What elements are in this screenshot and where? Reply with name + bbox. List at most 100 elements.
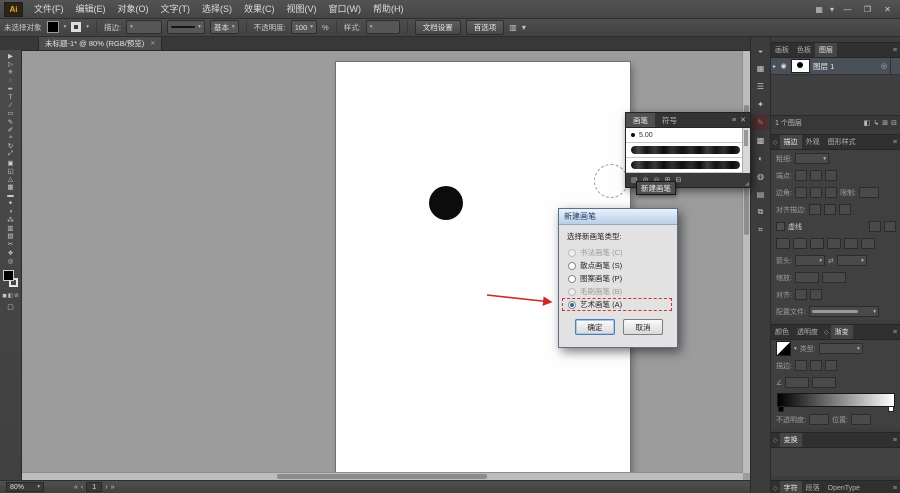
tab-artboards[interactable]: 画板 — [771, 43, 793, 57]
artboard-number-field[interactable]: 1 — [86, 482, 103, 492]
variable-width-profile-dropdown[interactable]: ▾ — [167, 20, 205, 34]
dialog-title-bar[interactable]: 新建画笔 — [559, 209, 677, 225]
tab-opentype[interactable]: OpenType — [824, 481, 864, 493]
brush-type-option[interactable]: 图案画笔 (P) — [559, 272, 677, 285]
delete-layer-icon[interactable]: ⊟ — [891, 119, 897, 127]
rotate-tool[interactable]: ↻ — [1, 142, 21, 150]
gradient-tool[interactable]: ▬ — [1, 191, 21, 199]
swap-arrowheads-icon[interactable]: ⇄ — [828, 257, 834, 265]
more-options-icon[interactable]: ▾ — [522, 23, 526, 32]
perspective-grid-tool[interactable]: △ — [1, 175, 21, 183]
panel-menu-icon[interactable]: ≡ — [893, 139, 900, 146]
close-button[interactable]: ✕ — [881, 5, 894, 14]
menu-item[interactable]: 编辑(E) — [70, 1, 112, 18]
tab-symbols[interactable]: 符号 — [655, 113, 684, 127]
end-arrowhead-dropdown[interactable]: ▾ — [836, 255, 867, 266]
dash-field[interactable] — [776, 238, 790, 249]
collapse-panel-icon[interactable]: ◇ — [822, 329, 831, 336]
dash-field[interactable] — [844, 238, 858, 249]
zoom-level-dropdown[interactable]: 80% ▾ — [6, 482, 44, 492]
align-arrow-tip-button[interactable] — [794, 289, 807, 300]
paintbrush-tool[interactable]: ✎ — [1, 118, 21, 126]
tab-transparency[interactable]: 透明度 — [793, 325, 822, 339]
hand-tool[interactable]: ❖ — [1, 249, 21, 257]
tab-paragraph[interactable]: 段落 — [802, 481, 824, 493]
menu-item[interactable]: 效果(C) — [238, 1, 281, 18]
gradient-type-dropdown[interactable]: ▾ — [818, 343, 863, 354]
align-arrow-end-button[interactable] — [809, 289, 822, 300]
document-tab[interactable]: 未标题-1* @ 80% (RGB/预览) ✕ — [38, 36, 163, 50]
color-mode-icon[interactable]: ◼ — [2, 293, 7, 299]
brush-type-option[interactable]: 散点画笔 (S) — [559, 259, 677, 272]
gradient-panel-icon[interactable]: ▩ — [753, 132, 769, 148]
layer-row[interactable]: ▸ ◉ 图层 1 ◎ — [771, 58, 900, 75]
brush-type-option[interactable]: 艺术画笔 (A) — [559, 298, 677, 311]
brush-type-option[interactable]: 书法画笔 (C) — [559, 246, 677, 259]
align-center-button[interactable] — [808, 204, 821, 215]
gap-field[interactable] — [793, 238, 807, 249]
menu-item[interactable]: 帮助(H) — [367, 1, 410, 18]
tab-layers[interactable]: 图层 — [815, 43, 837, 57]
resize-grip-icon[interactable]: ◢ — [745, 181, 749, 187]
tab-brushes[interactable]: 画笔 — [626, 113, 655, 127]
rectangle-tool[interactable]: ▭ — [1, 109, 21, 117]
align-panel-icon[interactable]: ▥ — [509, 23, 517, 32]
layer-thumbnail[interactable] — [791, 59, 811, 73]
transparency-panel-icon[interactable]: ◐ — [753, 150, 769, 166]
horizontal-scrollbar[interactable] — [22, 472, 743, 480]
black-circle-shape[interactable] — [429, 186, 463, 220]
scrollbar-thumb[interactable] — [744, 130, 748, 146]
dash-field[interactable] — [810, 238, 824, 249]
cancel-button[interactable]: 取消 — [623, 319, 663, 335]
delete-brush-icon[interactable]: ⊟ — [675, 176, 681, 184]
fill-stroke-swatches[interactable] — [1, 269, 21, 290]
previous-artboard-button[interactable]: ‹ — [81, 484, 83, 491]
workspace-menu-icon[interactable]: ▾ — [830, 5, 834, 14]
navigator-panel-icon[interactable]: ⌗ — [753, 222, 769, 238]
zoom-tool[interactable]: ◎ — [1, 257, 21, 265]
slice-tool[interactable]: ✂ — [1, 240, 21, 248]
end-scale-field[interactable] — [821, 272, 846, 283]
stroke-weight-field[interactable]: ▾ — [794, 153, 829, 164]
gradient-swatch[interactable] — [776, 341, 791, 356]
round-join-button[interactable] — [809, 187, 822, 198]
tab-gradient[interactable]: 渐变 — [830, 325, 853, 339]
swatches-panel-icon[interactable]: ▦ — [753, 60, 769, 76]
tab-color[interactable]: 颜色 — [771, 325, 793, 339]
bevel-join-button[interactable] — [824, 187, 837, 198]
layer-target-icon[interactable]: ◎ — [881, 62, 887, 70]
tab-swatches[interactable]: 色板 — [793, 43, 815, 57]
preferences-button[interactable]: 首选项 — [465, 19, 505, 35]
screen-mode-icon[interactable]: ▢ — [7, 303, 14, 311]
artboard-tool[interactable]: ▤ — [1, 232, 21, 240]
radio-button[interactable] — [568, 274, 576, 283]
tab-appearance[interactable]: 外观 — [802, 135, 824, 149]
document-setup-button[interactable]: 文档设置 — [414, 19, 461, 35]
magic-wand-tool[interactable]: ✳ — [1, 68, 21, 76]
ok-button[interactable]: 确定 — [575, 319, 615, 335]
fill-swatch[interactable] — [2, 269, 14, 281]
minimize-button[interactable]: — — [841, 5, 854, 14]
appearance-panel-icon[interactable]: ◍ — [753, 168, 769, 184]
stroke-color-swatch[interactable] — [71, 22, 82, 32]
tab-stroke[interactable]: 描边 — [779, 135, 802, 149]
menu-item[interactable]: 文件(F) — [28, 1, 70, 18]
round-cap-button[interactable] — [809, 170, 822, 181]
make-clipping-mask-icon[interactable]: ◧ — [864, 119, 871, 127]
next-artboard-button[interactable]: › — [105, 484, 107, 491]
scrollbar-thumb[interactable] — [277, 474, 487, 479]
expand-layer-icon[interactable]: ▸ — [773, 63, 776, 70]
gradient-stop-white[interactable] — [888, 406, 894, 412]
miter-limit-field[interactable] — [858, 187, 879, 198]
style-dropdown[interactable]: ▾ — [365, 20, 400, 34]
brushes-panel-icon[interactable]: ✎ — [752, 114, 769, 130]
opacity-input[interactable]: 100 ▾ — [290, 20, 318, 34]
close-panel-icon[interactable]: ✕ — [740, 116, 746, 124]
panel-menu-icon[interactable]: ≡ — [893, 437, 900, 444]
stroke-weight-input[interactable]: ▾ — [126, 20, 163, 34]
brush-list-item[interactable] — [626, 143, 750, 158]
radio-button[interactable] — [568, 261, 576, 270]
radio-button[interactable] — [568, 300, 576, 309]
blend-tool[interactable]: ◑ — [1, 208, 21, 216]
direct-selection-tool[interactable]: ▷ — [1, 60, 21, 68]
